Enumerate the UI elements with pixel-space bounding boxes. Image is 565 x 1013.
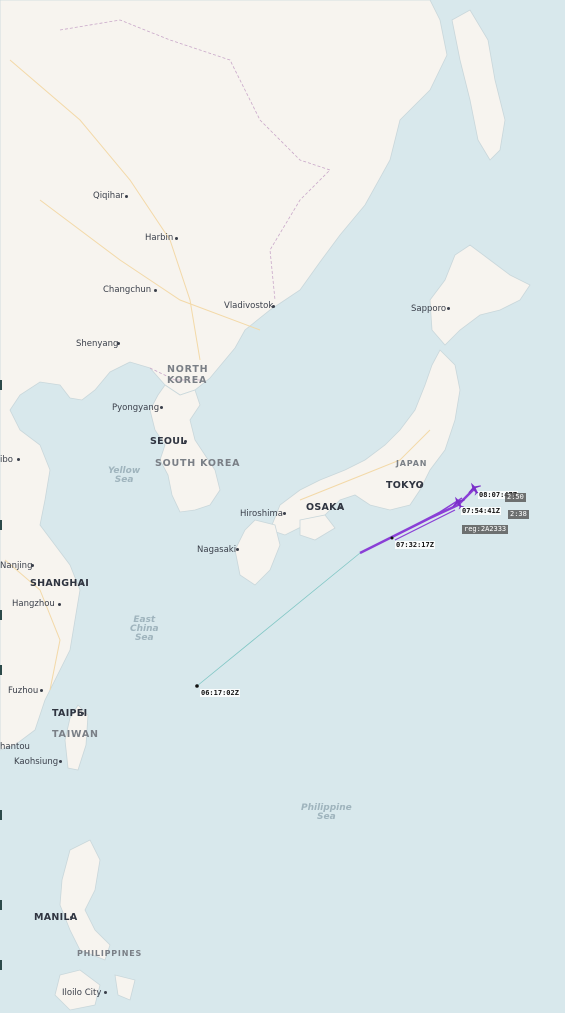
edge-marker <box>0 380 2 390</box>
sea-label-east-china: East China Sea <box>130 615 159 643</box>
city-label-harbin: Harbin <box>145 233 174 243</box>
country-label-philippines: PHILIPPINES <box>77 949 143 958</box>
city-dot <box>117 342 120 345</box>
edge-marker <box>0 900 2 910</box>
city-label-osaka: OSAKA <box>306 502 345 513</box>
city-dot <box>272 305 275 308</box>
city-dot <box>81 582 84 585</box>
city-label-vladivostok: Vladivostok <box>224 301 274 311</box>
city-label-fuzhou: Fuzhou <box>8 686 39 696</box>
city-dot <box>420 484 423 487</box>
city-dot <box>58 603 61 606</box>
city-label-hangzhou: Hangzhou <box>12 599 55 609</box>
sea-label-philippine: Philippine Sea <box>301 803 352 822</box>
city-dot <box>154 289 157 292</box>
city-label-seoul: SEOUL <box>150 436 187 447</box>
edge-marker <box>0 520 2 530</box>
city-dot <box>17 458 20 461</box>
city-label-nagasaki: Nagasaki <box>197 545 237 555</box>
edge-marker <box>0 810 2 820</box>
country-label-japan: JAPAN <box>396 459 428 468</box>
city-dot <box>175 237 178 240</box>
city-dot <box>160 406 163 409</box>
city-label-iloilo: Iloilo City <box>62 988 102 998</box>
city-dot <box>31 564 34 567</box>
city-label-shantou: hantou <box>0 742 30 752</box>
city-label-partial: ibo <box>0 455 13 465</box>
edge-marker <box>0 960 2 970</box>
city-label-changchun: Changchun <box>103 285 152 295</box>
country-label-north-korea-2: KOREA <box>167 375 208 386</box>
edge-marker <box>0 665 2 675</box>
city-dot <box>125 195 128 198</box>
city-label-kaohsiung: Kaohsiung <box>14 757 59 767</box>
city-dot <box>340 506 343 509</box>
city-dot <box>70 916 73 919</box>
city-label-nanjing: Nanjing <box>0 561 33 571</box>
country-label-north-korea: NORTH <box>167 364 209 375</box>
map-view[interactable]: Qiqihar Harbin Changchun Vladivostok She… <box>0 0 565 1013</box>
flight-timestamp[interactable]: 07:32:17Z <box>395 541 435 549</box>
city-dot <box>184 440 187 443</box>
flight-tag[interactable]: 2:38 <box>508 510 529 519</box>
city-dot <box>81 712 84 715</box>
city-label-hiroshima: Hiroshima <box>240 509 283 519</box>
city-label-qiqihar: Qiqihar <box>93 191 124 201</box>
country-label-south-korea: SOUTH KOREA <box>155 458 241 469</box>
city-dot <box>447 307 450 310</box>
city-label-shenyang: Shenyang <box>76 339 119 349</box>
city-dot <box>104 991 107 994</box>
sea-label-yellow: Yellow Sea <box>108 466 141 485</box>
flight-tag[interactable]: 2:50 <box>505 493 526 502</box>
flight-timestamp[interactable]: 07:54:41Z <box>461 507 501 515</box>
city-dot <box>59 760 62 763</box>
city-dot <box>236 548 239 551</box>
city-label-sapporo: Sapporo <box>411 304 447 314</box>
edge-marker <box>0 610 2 620</box>
country-label-taiwan: TAIWAN <box>52 729 99 740</box>
city-label-pyongyang: Pyongyang <box>112 403 160 413</box>
flight-timestamp[interactable]: 06:17:02Z <box>200 689 240 697</box>
flight-tag[interactable]: reg:2A2333 <box>462 525 509 534</box>
city-label-tokyo: TOKYO <box>386 480 425 491</box>
city-dot <box>40 689 43 692</box>
city-dot <box>283 512 286 515</box>
